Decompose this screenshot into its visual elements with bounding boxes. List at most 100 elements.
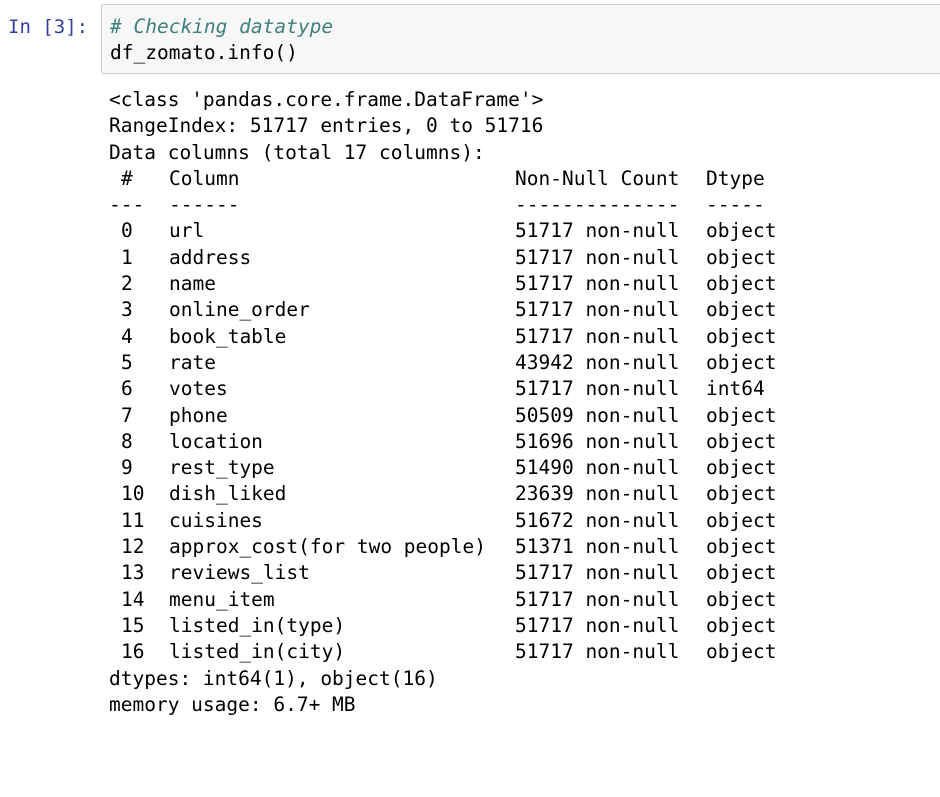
- row-dtype: object: [706, 482, 777, 506]
- row-column: votes: [169, 377, 228, 401]
- row-count: 51717 non-null: [515, 640, 680, 664]
- row-index: 8: [121, 429, 133, 453]
- row-column: menu_item: [169, 587, 275, 611]
- table-row: 14 menu_item 51717 non-null object: [109, 587, 940, 613]
- row-dtype: object: [706, 587, 777, 611]
- row-index: 3: [121, 298, 133, 322]
- row-column: approx_cost(for two people): [169, 535, 486, 559]
- row-dtype: object: [706, 324, 777, 348]
- table-row: 0 url 51717 non-null object: [109, 218, 940, 244]
- row-count: 51717 non-null: [515, 298, 680, 322]
- row-index: 10: [121, 482, 145, 506]
- table-row: 10 dish_liked 23639 non-null object: [109, 481, 940, 507]
- row-count: 51672 non-null: [515, 508, 680, 532]
- row-column: dish_liked: [169, 482, 287, 506]
- separator-column: ------: [169, 193, 240, 217]
- row-count: 51717 non-null: [515, 272, 680, 296]
- row-dtype: object: [706, 508, 777, 532]
- row-dtype: int64: [706, 377, 765, 401]
- table-row: 9 rest_type 51490 non-null object: [109, 455, 940, 481]
- output-memory-line: memory usage: 6.7+ MB: [109, 692, 356, 716]
- row-column: location: [169, 429, 263, 453]
- table-row: 8 location 51696 non-null object: [109, 429, 940, 455]
- table-row: 5 rate 43942 non-null object: [109, 350, 940, 376]
- table-row: 7 phone 50509 non-null object: [109, 403, 940, 429]
- row-count: 51717 non-null: [515, 377, 680, 401]
- table-row: 12 approx_cost(for two people) 51371 non…: [109, 534, 940, 560]
- row-index: 6: [121, 377, 133, 401]
- row-dtype: object: [706, 535, 777, 559]
- row-index: 13: [121, 561, 145, 585]
- row-index: 5: [121, 350, 133, 374]
- row-column: online_order: [169, 298, 310, 322]
- row-column: listed_in(city): [169, 640, 346, 664]
- row-count: 51717 non-null: [515, 613, 680, 637]
- row-column: reviews_list: [169, 561, 310, 585]
- table-row: 2 name 51717 non-null object: [109, 271, 940, 297]
- header-count: Non-Null Count: [515, 166, 680, 190]
- row-count: 51717 non-null: [515, 587, 680, 611]
- row-index: 1: [121, 245, 133, 269]
- table-row: 1 address 51717 non-null object: [109, 245, 940, 271]
- row-dtype: object: [706, 561, 777, 585]
- row-dtype: object: [706, 429, 777, 453]
- separator-index: ---: [109, 193, 145, 217]
- output-class-line: <class 'pandas.core.frame.DataFrame'>: [109, 88, 544, 111]
- row-count: 51717 non-null: [515, 245, 680, 269]
- separator-count: --------------: [515, 193, 680, 217]
- row-dtype: object: [706, 403, 777, 427]
- row-column: book_table: [169, 324, 287, 348]
- row-index: 12: [121, 535, 145, 559]
- row-count: 51717 non-null: [515, 561, 680, 585]
- row-column: rest_type: [169, 456, 275, 480]
- row-dtype: object: [706, 456, 777, 480]
- row-dtype: object: [706, 219, 777, 243]
- table-row: 4 book_table 51717 non-null object: [109, 324, 940, 350]
- output-dtypes-line: dtypes: int64(1), object(16): [109, 666, 438, 690]
- table-row: 16 listed_in(city) 51717 non-null object: [109, 639, 940, 665]
- row-column: name: [169, 272, 216, 296]
- row-index: 16: [121, 640, 145, 664]
- row-column: address: [169, 245, 252, 269]
- row-dtype: object: [706, 640, 777, 664]
- output-area: <class 'pandas.core.frame.DataFrame'> Ra…: [109, 87, 940, 718]
- row-column: phone: [169, 403, 228, 427]
- code-call: df_zomato.info(): [110, 41, 298, 64]
- table-row: 11 cuisines 51672 non-null object: [109, 508, 940, 534]
- row-count: 51490 non-null: [515, 456, 680, 480]
- row-column: rate: [169, 350, 216, 374]
- row-index: 14: [121, 587, 145, 611]
- row-dtype: object: [706, 298, 777, 322]
- table-separator-row: --- ------ -------------- -----: [109, 192, 940, 218]
- separator-dtype: -----: [706, 193, 765, 217]
- input-prompt: In [3]:: [8, 16, 89, 38]
- table-row: 15 listed_in(type) 51717 non-null object: [109, 613, 940, 639]
- row-index: 4: [121, 324, 133, 348]
- row-index: 11: [121, 508, 145, 532]
- header-dtype: Dtype: [706, 166, 765, 190]
- row-count: 43942 non-null: [515, 350, 680, 374]
- row-count: 51371 non-null: [515, 535, 680, 559]
- table-header-row: # Column Non-Null Count Dtype: [109, 166, 940, 192]
- row-dtype: object: [706, 272, 777, 296]
- row-index: 7: [121, 403, 133, 427]
- code-input-area[interactable]: # Checking datatype df_zomato.info(): [101, 4, 940, 74]
- table-row: 3 online_order 51717 non-null object: [109, 297, 940, 323]
- row-count: 23639 non-null: [515, 482, 680, 506]
- row-count: 50509 non-null: [515, 403, 680, 427]
- row-index: 2: [121, 272, 133, 296]
- row-count: 51696 non-null: [515, 429, 680, 453]
- output-data-columns: Data columns (total 17 columns):: [109, 140, 485, 164]
- row-dtype: object: [706, 245, 777, 269]
- row-column: url: [169, 219, 205, 243]
- table-row: 6 votes 51717 non-null int64: [109, 376, 940, 402]
- row-column: cuisines: [169, 508, 263, 532]
- code-comment: # Checking datatype: [110, 15, 334, 38]
- row-index: 9: [121, 456, 133, 480]
- header-column: Column: [169, 166, 240, 190]
- row-count: 51717 non-null: [515, 219, 680, 243]
- row-dtype: object: [706, 613, 777, 637]
- row-index: 0: [121, 219, 133, 243]
- output-range-index: RangeIndex: 51717 entries, 0 to 51716: [109, 114, 544, 138]
- row-count: 51717 non-null: [515, 324, 680, 348]
